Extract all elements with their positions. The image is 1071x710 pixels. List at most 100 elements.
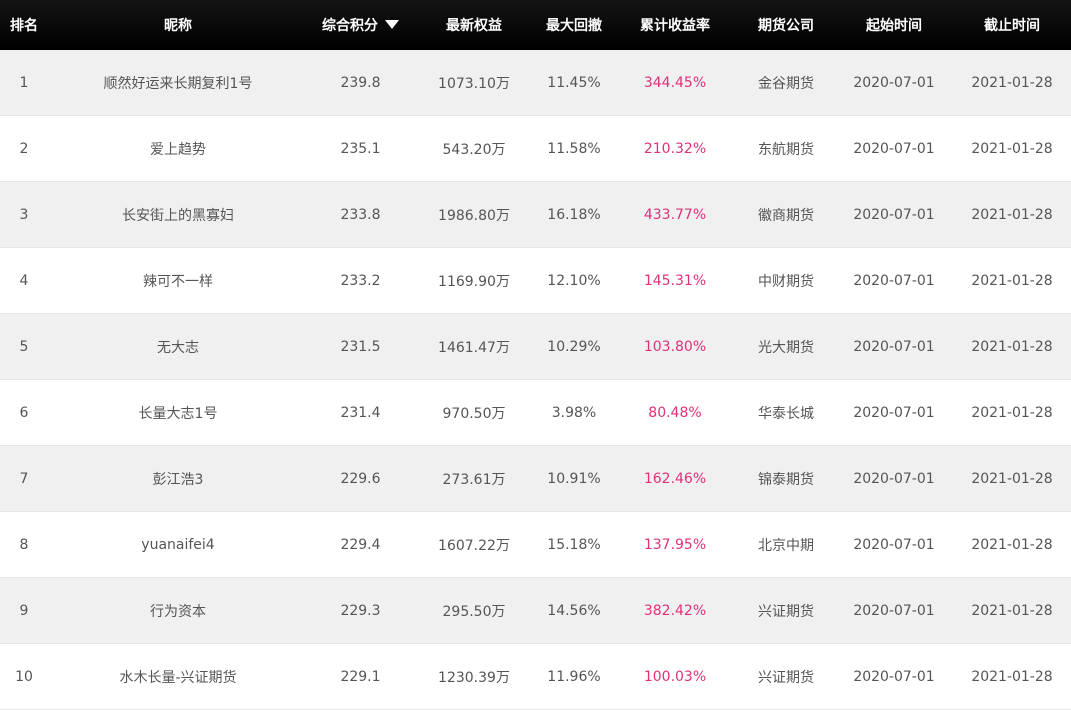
cell-rank: 5	[19, 338, 29, 355]
cell-broker: 北京中期	[758, 537, 814, 554]
cell-rank: 9	[19, 602, 29, 619]
cell-end: 2021-01-28	[971, 140, 1053, 157]
cell-broker: 中财期货	[758, 273, 814, 290]
table-row: 1 顺然好运来长期复利1号 239.8 1073.10万 11.45% 344.45% 金谷…	[0, 50, 1071, 116]
cell-rank: 1	[19, 74, 29, 91]
cell-equity: 1230.39万	[438, 669, 510, 686]
cell-nickname: 无大志	[157, 339, 199, 356]
caret-down-icon[interactable]	[385, 20, 399, 29]
cell-broker: 东航期货	[758, 141, 814, 158]
header-broker: 期货公司	[758, 18, 814, 34]
cell-end: 2021-01-28	[971, 536, 1053, 553]
cell-end: 2021-01-28	[971, 206, 1053, 223]
header-equity: 最新权益	[446, 18, 502, 34]
cell-score: 239.8	[340, 74, 381, 91]
cell-nickname: 彭江浩3	[152, 471, 204, 488]
cell-rank: 8	[19, 536, 29, 553]
cell-broker: 光大期货	[758, 339, 814, 356]
header-rank: 排名	[10, 18, 38, 34]
header-drawdown: 最大回撤	[546, 18, 602, 34]
table-row: 2 爱上趋势 235.1 543.20万 11.58% 210.32% 东航期货 2020-0…	[0, 116, 1071, 182]
header-end: 截止时间	[984, 18, 1040, 34]
header-score-label: 综合积分	[322, 18, 378, 34]
cell-score: 235.1	[340, 140, 381, 157]
cell-score: 231.5	[340, 338, 381, 355]
cell-end: 2021-01-28	[971, 668, 1053, 685]
cell-rank: 10	[15, 668, 33, 685]
cell-nickname: yuanaifei4	[141, 536, 215, 553]
cell-rank: 3	[19, 206, 29, 223]
table-row: 7 彭江浩3 229.6 273.61万 10.91% 162.46% 锦泰期货 2020-0…	[0, 446, 1071, 512]
cell-broker: 兴证期货	[758, 669, 814, 686]
cell-score: 229.4	[340, 536, 381, 553]
cell-end: 2021-01-28	[971, 470, 1053, 487]
cell-drawdown: 16.18%	[547, 206, 601, 223]
cell-broker: 兴证期货	[758, 603, 814, 620]
cell-broker: 华泰长城	[758, 405, 814, 422]
cell-return: 103.80%	[643, 338, 707, 355]
cell-equity: 1169.90万	[438, 273, 510, 290]
cell-return: 162.46%	[643, 470, 707, 487]
cell-equity: 1986.80万	[438, 207, 510, 224]
cell-start: 2020-07-01	[853, 668, 935, 685]
cell-nickname: 长量大志1号	[138, 405, 218, 422]
cell-nickname: 顺然好运来长期复利1号	[103, 75, 253, 92]
cell-rank: 4	[19, 272, 29, 289]
cell-start: 2020-07-01	[853, 272, 935, 289]
cell-nickname: 爱上趋势	[150, 141, 206, 158]
header-nickname: 昵称	[164, 18, 192, 34]
cell-nickname: 水木长量-兴证期货	[119, 669, 237, 686]
cell-equity: 1073.10万	[438, 75, 510, 92]
cell-drawdown: 14.56%	[547, 602, 601, 619]
cell-return: 344.45%	[643, 74, 707, 91]
table-row: 10 水木长量-兴证期货 229.1 1230.39万 11.96% 100.03% 兴证期…	[0, 644, 1071, 710]
cell-equity: 970.50万	[442, 405, 506, 422]
cell-score: 229.6	[340, 470, 381, 487]
cell-nickname: 行为资本	[150, 603, 206, 620]
cell-return: 137.95%	[643, 536, 707, 553]
cell-drawdown: 11.96%	[547, 668, 601, 685]
cell-start: 2020-07-01	[853, 74, 935, 91]
cell-broker: 金谷期货	[758, 75, 814, 92]
header-start: 起始时间	[866, 18, 922, 34]
table-row: 5 无大志 231.5 1461.47万 10.29% 103.80% 光大期货 2020-0…	[0, 314, 1071, 380]
table-row: 8 yuanaifei4 229.4 1607.22万 15.18% 137.95% 北京中…	[0, 512, 1071, 578]
header-score-sort[interactable]: 综合积分	[308, 15, 413, 35]
cell-end: 2021-01-28	[971, 74, 1053, 91]
cell-return: 382.42%	[643, 602, 707, 619]
cell-score: 233.8	[340, 206, 381, 223]
table-body: 1 顺然好运来长期复利1号 239.8 1073.10万 11.45% 344.45% 金谷…	[0, 50, 1071, 710]
cell-return: 433.77%	[643, 206, 707, 223]
cell-drawdown: 15.18%	[547, 536, 601, 553]
cell-score: 229.1	[340, 668, 381, 685]
cell-broker: 徽商期货	[758, 207, 814, 224]
cell-rank: 7	[19, 470, 29, 487]
cell-drawdown: 10.91%	[547, 470, 601, 487]
cell-start: 2020-07-01	[853, 602, 935, 619]
table-row: 6 长量大志1号 231.4 970.50万 3.98% 80.48% 华泰长城 2020-0…	[0, 380, 1071, 446]
cell-score: 233.2	[340, 272, 381, 289]
cell-equity: 1607.22万	[438, 537, 510, 554]
cell-start: 2020-07-01	[853, 140, 935, 157]
cell-start: 2020-07-01	[853, 206, 935, 223]
cell-drawdown: 12.10%	[547, 272, 601, 289]
cell-score: 231.4	[340, 404, 381, 421]
cell-return: 100.03%	[643, 668, 707, 685]
cell-end: 2021-01-28	[971, 272, 1053, 289]
cell-end: 2021-01-28	[971, 404, 1053, 421]
cell-rank: 2	[19, 140, 29, 157]
cell-return: 80.48%	[648, 404, 702, 421]
cell-drawdown: 11.58%	[547, 140, 601, 157]
cell-return: 145.31%	[643, 272, 707, 289]
cell-rank: 6	[19, 404, 29, 421]
cell-nickname: 辣可不一样	[143, 273, 213, 290]
cell-broker: 锦泰期货	[758, 471, 814, 488]
cell-end: 2021-01-28	[971, 602, 1053, 619]
cell-equity: 1461.47万	[438, 339, 510, 356]
table-row: 4 辣可不一样 233.2 1169.90万 12.10% 145.31% 中财期货 2020…	[0, 248, 1071, 314]
ranking-table: 排名 昵称 综合积分 最新权益 最大回撤 累计收益率 期货公司 起始时间 截止时…	[0, 0, 1071, 710]
table-header: 排名 昵称 综合积分 最新权益 最大回撤 累计收益率 期货公司 起始时间 截止时…	[0, 0, 1071, 50]
cell-equity: 273.61万	[442, 471, 506, 488]
cell-equity: 295.50万	[442, 603, 506, 620]
cell-drawdown: 3.98%	[551, 404, 597, 421]
